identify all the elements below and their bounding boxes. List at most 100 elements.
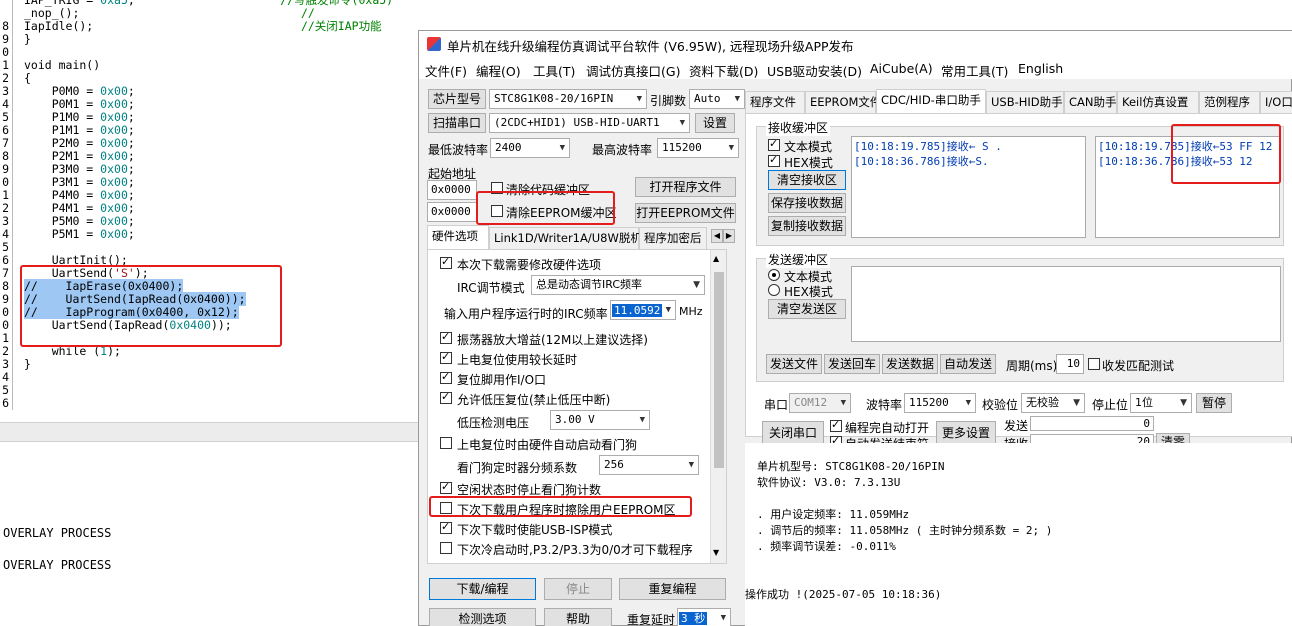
recv-hex-area[interactable]: [10:18:19.785]接收←53 FF 12 [10:18:36.786]… xyxy=(1095,136,1280,238)
chip-model-select[interactable]: STC8G1K08-20/16PIN ▼ xyxy=(489,89,647,109)
options-scrollbar[interactable]: ▲ ▼ xyxy=(710,250,726,563)
pin-count-select[interactable]: Auto ▼ xyxy=(689,89,745,109)
menu-file[interactable]: 文件(F) xyxy=(425,61,467,80)
wdt-select[interactable]: 256 ▼ xyxy=(599,455,699,475)
min-baud-select[interactable]: 2400 ▼ xyxy=(490,138,570,158)
tab-io[interactable]: I/O口 xyxy=(1260,91,1292,113)
code-address-input[interactable]: 0x0000 xyxy=(427,180,477,200)
chip-model-button[interactable]: 芯片型号 xyxy=(428,89,486,109)
code-editor[interactable]: IAP_TRIG = 0xa5; //写触发命令(0xa5) _nop_(); /… xyxy=(0,0,418,420)
max-baud-select[interactable]: 115200 ▼ xyxy=(657,138,739,158)
parity-select[interactable]: 无校验 ▼ xyxy=(1021,393,1085,413)
help-button[interactable]: 帮助 xyxy=(544,608,612,626)
tab-can[interactable]: CAN助手 xyxy=(1064,91,1117,113)
lvd-select[interactable]: 3.00 V ▼ xyxy=(550,410,650,430)
code-line[interactable]: 9} xyxy=(0,33,418,46)
eeprom-address-input[interactable]: 0x0000 xyxy=(427,202,477,222)
auto-open-checkbox[interactable] xyxy=(830,418,842,432)
match-test-checkbox[interactable] xyxy=(1088,358,1100,370)
code-line[interactable]: 1 void main() xyxy=(0,59,418,72)
irc-mode-select[interactable]: 总是动态调节IRC频率 ▼ xyxy=(531,275,705,295)
tab-scroll-right-icon[interactable]: ▶ xyxy=(723,229,735,243)
menu-program[interactable]: 编程(O) xyxy=(476,61,521,80)
recv-hex-mode-checkbox[interactable] xyxy=(768,153,780,167)
open-program-file-button[interactable]: 打开程序文件 xyxy=(635,177,736,197)
menu-download[interactable]: 资料下载(D) xyxy=(689,61,758,80)
option-usb-isp-checkbox[interactable] xyxy=(440,520,452,534)
code-line[interactable]: 5 xyxy=(0,384,418,397)
tab-eeprom-file[interactable]: EEPROM文件 xyxy=(805,91,881,113)
code-line[interactable]: 2 while (1); xyxy=(0,345,418,358)
chevron-down-icon: ▼ xyxy=(1180,398,1187,408)
option-cold-start-checkbox[interactable] xyxy=(440,542,452,554)
menu-aicube[interactable]: AiCube(A) xyxy=(870,61,933,76)
option-idle-stop-wdt-checkbox[interactable] xyxy=(440,480,452,494)
code-line[interactable]: 4 xyxy=(0,371,418,384)
send-text-mode-radio[interactable] xyxy=(768,269,780,281)
check-options-button[interactable]: 检测选项 xyxy=(429,608,536,626)
send-data-button[interactable]: 发送数据 xyxy=(882,354,938,374)
scroll-up-icon[interactable]: ▲ xyxy=(713,254,719,263)
code-line[interactable]: 4 P5M1 = 0x00; xyxy=(0,228,418,241)
tab-usb-hid[interactable]: USB-HID助手 xyxy=(986,91,1064,113)
tab-scroll-left-icon[interactable]: ◀ xyxy=(711,229,723,243)
recv-text-mode-checkbox[interactable] xyxy=(768,137,780,151)
clear-code-checkbox[interactable] xyxy=(491,182,503,194)
clear-eeprom-checkbox[interactable] xyxy=(491,205,503,217)
option-reset-io-checkbox[interactable] xyxy=(440,370,452,384)
send-file-button[interactable]: 发送文件 xyxy=(766,354,822,374)
baud-rate-select[interactable]: 115200 ▼ xyxy=(904,393,976,413)
tab-program-file[interactable]: 程序文件 xyxy=(745,91,805,113)
copy-recv-button[interactable]: 复制接收数据 xyxy=(768,216,846,236)
clear-recv-button[interactable]: 清空接收区 xyxy=(768,170,846,190)
send-hex-mode-radio[interactable] xyxy=(768,284,780,296)
send-return-button[interactable]: 发送回车 xyxy=(824,354,880,374)
scan-port-button[interactable]: 扫描串口 xyxy=(428,113,486,133)
repeat-program-button[interactable]: 重复编程 xyxy=(619,578,726,600)
code-line[interactable]: 3} xyxy=(0,358,418,371)
tab-serial-assistant[interactable]: CDC/HID-串口助手 xyxy=(876,89,986,113)
serial-port-select[interactable]: (2CDC+HID1) USB-HID-UART1 ▼ xyxy=(489,113,690,133)
pin-count-label: 引脚数 xyxy=(650,94,687,108)
option-auto-watchdog-checkbox[interactable] xyxy=(440,437,452,449)
option-modify-hardware-checkbox[interactable] xyxy=(440,255,452,269)
menu-tools[interactable]: 工具(T) xyxy=(533,61,575,80)
tab-hardware-options[interactable]: 硬件选项 xyxy=(427,225,489,249)
scroll-down-icon[interactable]: ▼ xyxy=(713,548,719,557)
send-text-area[interactable] xyxy=(851,266,1281,342)
option-erase-eeprom-checkbox[interactable] xyxy=(440,502,452,514)
scrollbar-thumb[interactable] xyxy=(714,272,724,468)
recv-text-area[interactable]: [10:18:19.785]接收← S . [10:18:36.786]接收←S… xyxy=(851,136,1086,238)
tab-keil-settings[interactable]: Keil仿真设置 xyxy=(1117,91,1199,113)
tab-examples[interactable]: 范例程序 xyxy=(1199,91,1260,113)
tab-offline-writer[interactable]: Link1D/Writer1A/U8W脱机 xyxy=(489,227,642,249)
pause-button[interactable]: 暂停 xyxy=(1196,393,1232,413)
repeat-delay-select[interactable]: 3 秒 ▼ xyxy=(677,608,731,626)
code-line[interactable]: 6 xyxy=(0,397,418,410)
code-line[interactable]: 0 UartSend(IapRead(0x0400)); xyxy=(0,319,418,332)
option-low-voltage-reset-checkbox[interactable] xyxy=(440,390,452,404)
menu-debug[interactable]: 调试仿真接口(G) xyxy=(586,61,680,80)
menu-common-tools[interactable]: 常用工具(T) xyxy=(941,61,1008,80)
option-label: 复位脚用作I/O口 xyxy=(457,373,547,387)
clear-send-button[interactable]: 清空发送区 xyxy=(768,299,846,319)
menu-usb-driver[interactable]: USB驱动安装(D) xyxy=(767,61,862,80)
close-port-button[interactable]: 关闭串口 xyxy=(762,421,824,445)
option-long-delay-checkbox[interactable] xyxy=(440,350,452,364)
open-eeprom-file-button[interactable]: 打开EEPROM文件 xyxy=(635,203,736,223)
period-input[interactable]: 10 xyxy=(1056,354,1084,374)
code-line[interactable]: 8 IapIdle(); //关闭IAP功能 xyxy=(0,20,418,33)
stop-bits-select[interactable]: 1位 ▼ xyxy=(1130,393,1192,413)
irc-freq-select[interactable]: 11.0592 ▼ xyxy=(610,300,676,320)
serial-port-select[interactable]: COM12 ▼ xyxy=(789,393,851,413)
tab-encryption[interactable]: 程序加密后 xyxy=(639,227,707,249)
auto-send-button[interactable]: 自动发送 xyxy=(940,354,996,374)
menu-english[interactable]: English xyxy=(1018,61,1063,76)
download-program-button[interactable]: 下载/编程 xyxy=(429,578,536,600)
output-line: OVERLAY PROCESS xyxy=(3,558,112,572)
stop-button[interactable]: 停止 xyxy=(544,578,612,600)
save-recv-button[interactable]: 保存接收数据 xyxy=(768,193,846,213)
option-osc-gain-checkbox[interactable] xyxy=(440,330,452,344)
settings-button[interactable]: 设置 xyxy=(695,113,735,133)
more-settings-button[interactable]: 更多设置 xyxy=(936,421,996,445)
